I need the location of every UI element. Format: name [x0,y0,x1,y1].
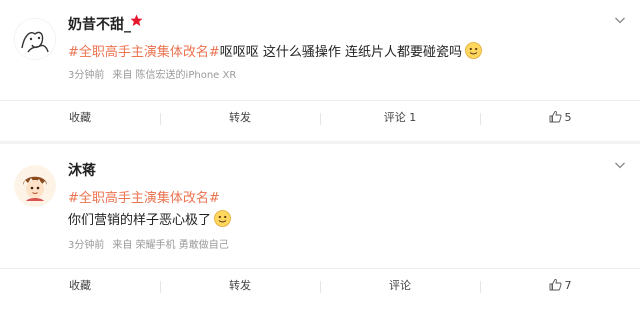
section-divider [0,141,640,144]
username[interactable]: 沐蒋 [68,160,96,180]
action-bar: 收藏 转发 评论 7 [0,268,640,309]
avatar[interactable] [14,165,56,207]
favorite-button[interactable]: 收藏 [0,269,160,309]
favorite-button[interactable]: 收藏 [0,101,160,141]
timestamp: 3分钟前 [68,240,105,251]
smile-emoji-icon [465,42,482,59]
comment-text: #全职高手主演集体改名#呕呕呕 这什么骚操作 连纸片人都要碰瓷吗 [68,41,482,60]
chevron-down-icon[interactable] [614,14,626,26]
smile-emoji-icon [214,210,231,227]
repost-button[interactable]: 转发 [160,101,320,141]
action-bar: 收藏 转发 评论 1 5 [0,100,640,141]
thumb-up-icon [549,278,562,291]
vip-mark-icon [130,14,143,26]
like-button[interactable]: 5 [480,101,640,141]
like-count: 5 [564,111,572,124]
topic-line: #全职高手主演集体改名# [68,187,220,206]
source: 来自 荣耀手机 勇敢做自己 [112,240,229,251]
avatar[interactable] [14,18,56,60]
thumb-up-icon [549,110,562,123]
comment-body: 你们营销的样子恶心极了 [68,213,212,228]
chevron-down-icon[interactable] [614,159,626,171]
timestamp: 3分钟前 [68,70,105,81]
like-count: 7 [564,279,572,292]
comment-button[interactable]: 评论 [320,269,480,309]
comment-button[interactable]: 评论 1 [320,101,480,141]
comment-body: 呕呕呕 这什么骚操作 连纸片人都要碰瓷吗 [219,45,463,60]
source: 来自 陈信宏送的iPhone XR [112,70,237,81]
like-button[interactable]: 7 [480,269,640,309]
weibo-comment-2: 沐蒋 #全职高手主演集体改名# 你们营销的样子恶心极了 3分钟前 来自 荣耀手机 … [0,145,640,267]
weibo-comment-1: 奶昔不甜_ #全职高手主演集体改名#呕呕呕 这什么骚操作 连纸片人都要碰瓷吗 3… [0,0,640,100]
username[interactable]: 奶昔不甜_ [68,14,131,34]
topic-link[interactable]: #全职高手主演集体改名# [68,191,220,206]
repost-button[interactable]: 转发 [160,269,320,309]
comment-text: 你们营销的样子恶心极了 [68,209,231,228]
topic-link[interactable]: #全职高手主演集体改名# [68,45,220,60]
post-meta: 3分钟前 来自 陈信宏送的iPhone XR [68,66,244,81]
post-meta: 3分钟前 来自 荣耀手机 勇敢做自己 [68,236,237,251]
